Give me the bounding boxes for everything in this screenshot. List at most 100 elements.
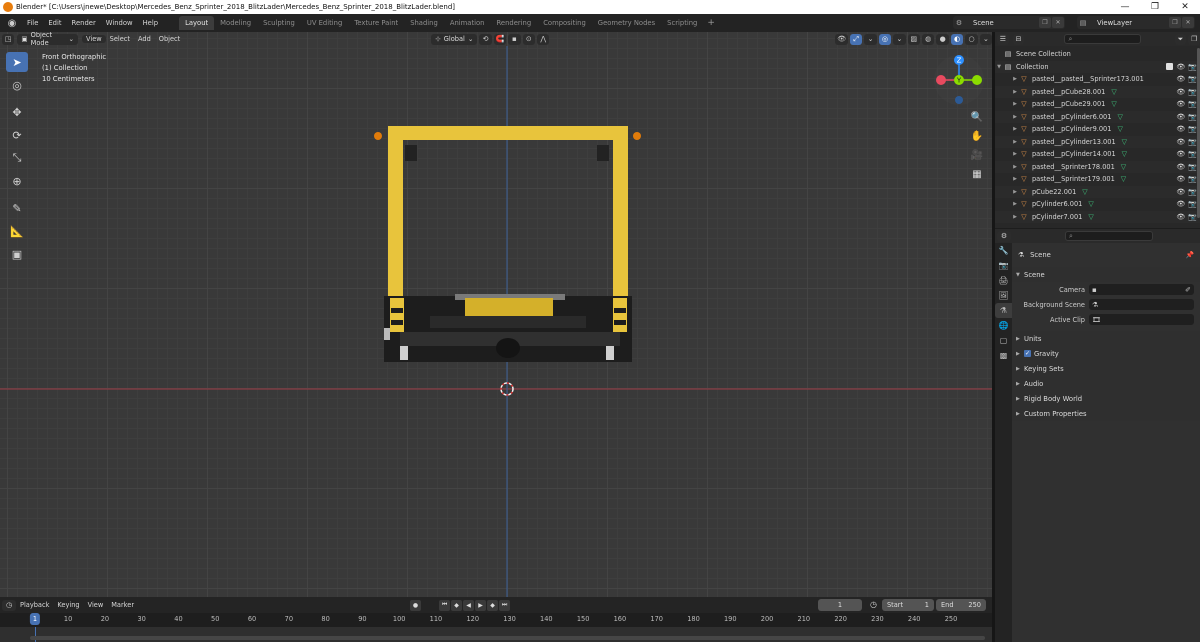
world-tab-icon[interactable]: 🌐	[995, 318, 1012, 333]
camera-icon[interactable]: 📷	[1188, 150, 1197, 158]
workspace-tab-geometry-nodes[interactable]: Geometry Nodes	[592, 16, 661, 30]
camera-input[interactable]: ▪ ✐	[1089, 284, 1194, 295]
start-frame-field[interactable]: Start 1	[882, 599, 934, 611]
workspace-tab-sculpting[interactable]: Sculpting	[257, 16, 301, 30]
end-frame-field[interactable]: End 250	[936, 599, 986, 611]
workspace-tab-scripting[interactable]: Scripting	[661, 16, 703, 30]
outliner-row[interactable]: ▶ ▽ pasted__pCylinder6.001 ▽ 👁 📷	[995, 110, 1200, 123]
timeline-editor-type-icon[interactable]: ◷	[2, 599, 16, 611]
navigation-gizmo[interactable]: Z Y	[933, 54, 985, 106]
close-button[interactable]: ✕	[1170, 0, 1200, 14]
annotate-tool-icon[interactable]: ✎	[6, 198, 28, 218]
camera-icon[interactable]: 📷	[1188, 188, 1197, 196]
mesh-data-icon[interactable]: ▽	[1111, 88, 1116, 96]
mesh-data-icon[interactable]: ▽	[1121, 175, 1126, 183]
delete-viewlayer-icon[interactable]: ✕	[1182, 17, 1194, 28]
rendered-shading-icon[interactable]: ○	[965, 33, 978, 45]
expand-arrow-icon[interactable]: ▶	[1011, 89, 1019, 95]
mesh-data-icon[interactable]: ▽	[1121, 163, 1126, 171]
expand-arrow-icon[interactable]: ▶	[1011, 176, 1019, 182]
playhead-frame-indicator[interactable]: 1	[29, 613, 41, 625]
tool-tab-icon[interactable]: 🔧	[995, 243, 1012, 258]
add-cube-tool-icon[interactable]: ▣	[6, 244, 28, 264]
preview-range-icon[interactable]: ◷	[870, 600, 877, 609]
collection-tab-icon[interactable]: ▢	[995, 333, 1012, 348]
outliner-row[interactable]: ▶ ▽ pasted__Sprinter178.001 ▽ 👁 📷	[995, 160, 1200, 173]
background-scene-input[interactable]: ⚗	[1089, 299, 1194, 310]
render-tab-icon[interactable]: 📷	[995, 258, 1012, 273]
outliner-row[interactable]: ▶ ▽ pasted__pCylinder14.001 ▽ 👁 📷	[995, 148, 1200, 161]
play-reverse-icon[interactable]: ◀	[463, 599, 475, 611]
expand-arrow-icon[interactable]: ▶	[1011, 101, 1019, 107]
perspective-grid-icon[interactable]: ▦	[968, 165, 986, 183]
mesh-data-icon[interactable]: ▽	[1088, 200, 1093, 208]
pan-hand-icon[interactable]: ✋	[968, 127, 986, 145]
camera-icon[interactable]: 📷	[1188, 200, 1197, 208]
view-layer-tab-icon[interactable]: 🖼	[995, 288, 1012, 303]
snap-icon[interactable]: 🧲	[493, 33, 507, 45]
menu-render[interactable]: Render	[67, 19, 101, 27]
eye-icon[interactable]: 👁	[1176, 150, 1185, 158]
mesh-data-icon[interactable]: ▽	[1082, 188, 1087, 196]
eye-icon[interactable]: 👁	[1176, 88, 1185, 96]
zoom-icon[interactable]: 🔍	[968, 108, 986, 126]
workspace-tab-modeling[interactable]: Modeling	[214, 16, 257, 30]
audio-panel-header[interactable]: ▶ Audio	[1012, 376, 1200, 391]
mesh-data-icon[interactable]: ▽	[1122, 150, 1127, 158]
camera-icon[interactable]: 📷	[1188, 100, 1197, 108]
new-viewlayer-icon[interactable]: ❐	[1169, 17, 1181, 28]
expand-arrow-icon[interactable]: ▶	[1011, 189, 1019, 195]
menu-edit[interactable]: Edit	[43, 19, 66, 27]
move-tool-icon[interactable]: ✥	[6, 102, 28, 122]
object-mode-dropdown[interactable]: ▣ Object Mode ⌄	[17, 32, 79, 47]
outliner-search-input[interactable]: ⌕	[1064, 34, 1141, 44]
outliner-row[interactable]: ▶ ▽ pasted__pCylinder9.001 ▽ 👁 📷	[995, 123, 1200, 136]
eyedropper-icon[interactable]: ✐	[1185, 286, 1191, 294]
outliner-row-scene-collection[interactable]: ▤ Scene Collection	[995, 48, 1200, 61]
transform-tool-icon[interactable]: ⊕	[6, 171, 28, 191]
rigid-body-world-panel-header[interactable]: ▶ Rigid Body World	[1012, 391, 1200, 406]
outliner-row[interactable]: ▶ ▽ pCube22.001 ▽ 👁 📷	[995, 185, 1200, 198]
snap-target-icon[interactable]: ▪	[508, 33, 521, 45]
eye-icon[interactable]: 👁	[1176, 188, 1185, 196]
expand-arrow-icon[interactable]: ▶	[1011, 114, 1019, 120]
current-frame-field[interactable]: 1	[818, 599, 862, 611]
camera-icon[interactable]: 📷	[1188, 75, 1197, 83]
camera-icon[interactable]: 📷	[1188, 138, 1197, 146]
measure-tool-icon[interactable]: 📐	[6, 221, 28, 241]
jump-keyframe-back-icon[interactable]: ◆	[451, 599, 463, 611]
scale-tool-icon[interactable]: ⤡	[6, 148, 28, 168]
overlays-options-icon[interactable]: ⌄	[893, 33, 906, 45]
3d-viewport[interactable]: ◳ ▣ Object Mode ⌄ View Select Add Object…	[0, 32, 992, 597]
camera-icon[interactable]: 📷	[1188, 213, 1197, 221]
expand-arrow-icon[interactable]: ▼	[995, 64, 1003, 70]
outliner-row[interactable]: ▶ ▽ pCylinder6.001 ▽ 👁 📷	[995, 198, 1200, 211]
camera-icon[interactable]: 📷	[1188, 163, 1197, 171]
timeline-body[interactable]	[0, 627, 992, 642]
gizmo-options-icon[interactable]: ⌄	[864, 33, 877, 45]
filter-icon[interactable]: ⏷	[1174, 33, 1187, 45]
eye-icon[interactable]: 👁	[1176, 63, 1185, 71]
timeline-menu-keying[interactable]: Keying	[53, 601, 83, 609]
expand-arrow-icon[interactable]: ▶	[1011, 214, 1019, 220]
editor-type-icon[interactable]: ◳	[2, 33, 15, 45]
units-panel-header[interactable]: ▶ Units	[1012, 331, 1200, 346]
workspace-tab-uv-editing[interactable]: UV Editing	[301, 16, 348, 30]
timeline-scrollbar[interactable]	[30, 636, 985, 640]
eye-icon[interactable]: 👁	[1176, 213, 1185, 221]
properties-editor-type-icon[interactable]: ⚙	[997, 230, 1011, 242]
expand-arrow-icon[interactable]: ▶	[1011, 139, 1019, 145]
play-icon[interactable]: ▶	[475, 599, 487, 611]
viewport-menu-add[interactable]: Add	[134, 35, 155, 43]
output-tab-icon[interactable]: 🖨	[995, 273, 1012, 288]
outliner-row[interactable]: ▶ ▽ pCylinder7.001 ▽ 👁 📷	[995, 210, 1200, 223]
outliner-row[interactable]: ▶ ▽ pasted__Sprinter179.001 ▽ 👁 📷	[995, 173, 1200, 186]
eye-icon[interactable]: 👁	[1176, 100, 1185, 108]
jump-end-icon[interactable]: ⏭	[499, 599, 511, 611]
workspace-tab-shading[interactable]: Shading	[404, 16, 444, 30]
timeline-ruler[interactable]: 1 10 20 30 40 50 60 70 80 90 100 110 120 130 140 150 160…	[0, 613, 992, 627]
solid-shading-icon[interactable]: ●	[936, 33, 949, 45]
new-collection-icon[interactable]: ❐	[1188, 33, 1200, 45]
jump-keyframe-forward-icon[interactable]: ◆	[487, 599, 499, 611]
gizmo-toggle-icon[interactable]: ⤢	[849, 33, 863, 45]
